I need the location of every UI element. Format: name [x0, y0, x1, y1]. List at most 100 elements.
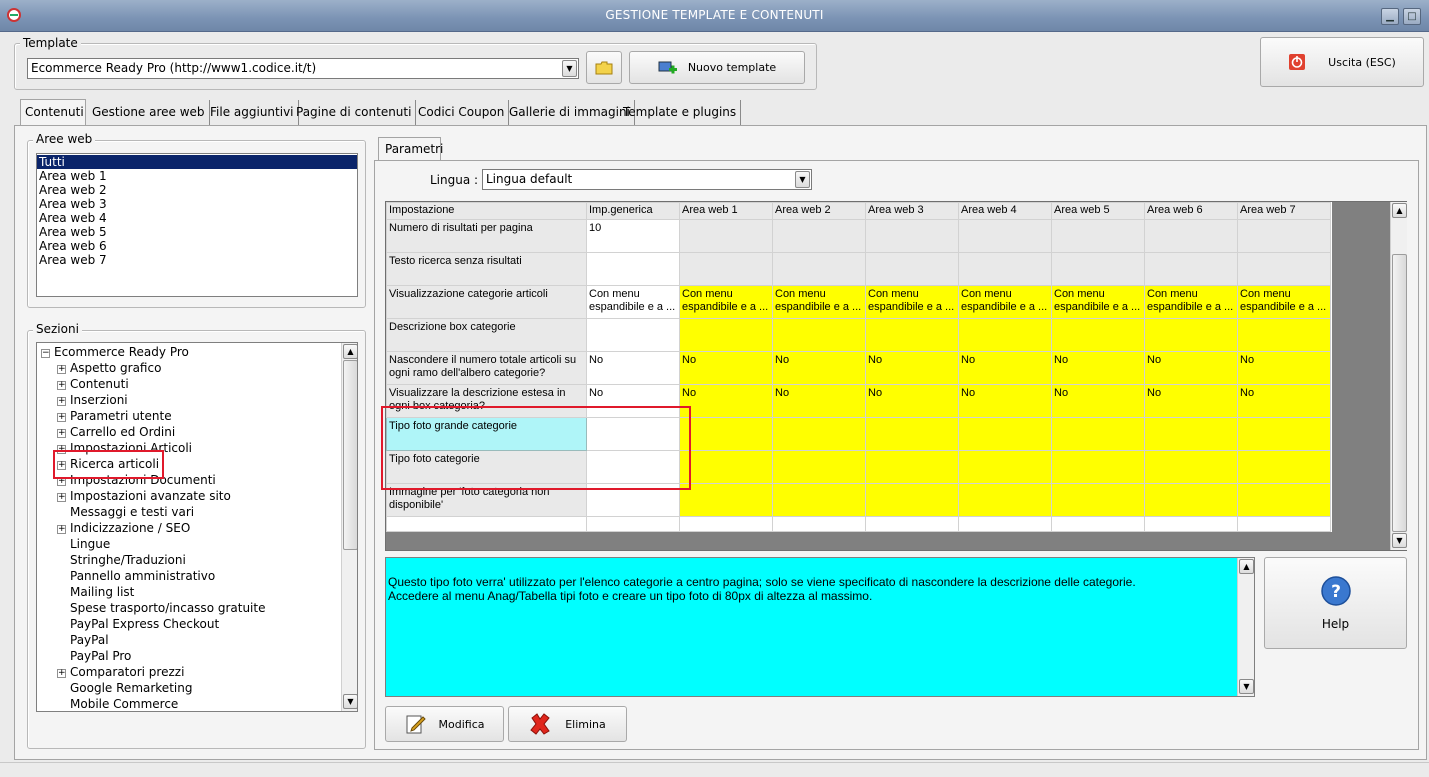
tree-item[interactable]: Pannello amministrativo [37, 568, 340, 584]
column-header[interactable]: Area web 2 [772, 202, 866, 220]
chevron-down-icon[interactable]: ▼ [562, 60, 577, 77]
open-folder-button[interactable] [586, 51, 622, 84]
tree-item[interactable]: Spese trasporto/incasso gratuite [37, 600, 340, 616]
tree-item[interactable]: + Indicizzazione / SEO [37, 520, 340, 536]
setting-label[interactable] [386, 516, 587, 532]
table-row[interactable]: Visualizzazione categorie articoli Con me… [386, 285, 1331, 319]
tab-pagine-contenuti[interactable]: Pagine di contenuti [292, 100, 417, 125]
tree-item[interactable]: Stringhe/Traduzioni [37, 552, 340, 568]
modifica-button[interactable]: Modifica [385, 706, 504, 742]
setting-label[interactable]: Nascondere il numero totale articoli su … [386, 351, 587, 385]
area-value-cell[interactable] [679, 450, 773, 484]
area-value-cell[interactable] [865, 417, 959, 451]
sezioni-tree[interactable]: − Ecommerce Ready Pro + Aspetto grafico + Co… [36, 342, 358, 712]
list-item[interactable]: Area web 5 [37, 225, 357, 239]
area-value-cell[interactable]: No [1237, 351, 1331, 385]
area-value-cell[interactable] [772, 252, 866, 286]
column-header[interactable]: Area web 6 [1144, 202, 1238, 220]
tree-item[interactable]: PayPal [37, 632, 340, 648]
area-value-cell[interactable] [772, 483, 866, 517]
area-value-cell[interactable] [1144, 417, 1238, 451]
generic-value-cell[interactable] [586, 318, 680, 352]
area-value-cell[interactable]: No [958, 384, 1052, 418]
column-header[interactable]: Area web 1 [679, 202, 773, 220]
tree-item[interactable]: + Aspetto grafico [37, 360, 340, 376]
area-value-cell[interactable] [1051, 219, 1145, 253]
expand-icon[interactable]: + [57, 413, 66, 422]
tree-item[interactable]: + Impostazioni avanzate sito [37, 488, 340, 504]
list-item[interactable]: Area web 7 [37, 253, 357, 267]
collapse-icon[interactable]: − [41, 349, 50, 358]
list-item[interactable]: Area web 2 [37, 183, 357, 197]
area-value-cell[interactable] [1144, 516, 1238, 532]
area-value-cell[interactable]: No [1144, 384, 1238, 418]
area-value-cell[interactable]: No [679, 384, 773, 418]
area-value-cell[interactable]: No [1237, 384, 1331, 418]
area-value-cell[interactable] [772, 318, 866, 352]
area-value-cell[interactable] [1237, 318, 1331, 352]
area-value-cell[interactable]: No [772, 351, 866, 385]
area-value-cell[interactable] [1237, 516, 1331, 532]
tab-contenuti[interactable]: Contenuti [20, 99, 86, 126]
tree-item[interactable]: PayPal Express Checkout [37, 616, 340, 632]
area-value-cell[interactable] [958, 483, 1052, 517]
list-item[interactable]: Area web 4 [37, 211, 357, 225]
area-value-cell[interactable] [1144, 252, 1238, 286]
area-value-cell[interactable] [865, 516, 959, 532]
lingua-select[interactable]: Lingua default ▼ [482, 169, 812, 190]
area-value-cell[interactable]: Con menu espandibile e a ... [865, 285, 959, 319]
area-value-cell[interactable] [1237, 450, 1331, 484]
area-value-cell[interactable] [772, 516, 866, 532]
expand-icon[interactable]: + [57, 493, 66, 502]
area-value-cell[interactable]: Con menu espandibile e a ... [1051, 285, 1145, 319]
area-value-cell[interactable] [679, 483, 773, 517]
maximize-button[interactable]: □ [1403, 8, 1421, 25]
area-value-cell[interactable] [1237, 483, 1331, 517]
setting-label[interactable]: Numero di risultati per pagina [386, 219, 587, 253]
list-item[interactable]: Area web 1 [37, 169, 357, 183]
tree-item[interactable]: + Parametri utente [37, 408, 340, 424]
area-value-cell[interactable] [958, 450, 1052, 484]
column-header[interactable]: Area web 3 [865, 202, 959, 220]
area-value-cell[interactable] [772, 450, 866, 484]
tree-item[interactable]: Messaggi e testi vari [37, 504, 340, 520]
area-value-cell[interactable] [1051, 450, 1145, 484]
column-header[interactable]: Impostazione [386, 202, 587, 220]
table-row[interactable]: Nascondere il numero totale articoli su … [386, 351, 1331, 385]
minimize-button[interactable]: ▁ [1381, 8, 1399, 25]
area-value-cell[interactable]: No [865, 384, 959, 418]
area-value-cell[interactable] [772, 219, 866, 253]
area-value-cell[interactable] [1144, 318, 1238, 352]
area-value-cell[interactable] [1051, 417, 1145, 451]
column-header[interactable]: Area web 7 [1237, 202, 1331, 220]
list-item[interactable]: Area web 3 [37, 197, 357, 211]
scroll-down-icon[interactable]: ▼ [1239, 679, 1254, 694]
area-value-cell[interactable] [772, 417, 866, 451]
setting-label[interactable]: Visualizzazione categorie articoli [386, 285, 587, 319]
setting-label[interactable]: Testo ricerca senza risultati [386, 252, 587, 286]
area-value-cell[interactable]: No [679, 351, 773, 385]
description-box[interactable]: Questo tipo foto verra' utilizzato per l… [385, 557, 1255, 697]
tab-file-aggiuntivi[interactable]: File aggiuntivi [206, 100, 299, 125]
area-value-cell[interactable] [1051, 483, 1145, 517]
area-value-cell[interactable] [865, 318, 959, 352]
area-value-cell[interactable] [865, 483, 959, 517]
area-value-cell[interactable] [1051, 252, 1145, 286]
tree-item[interactable]: Mobile Commerce [37, 696, 340, 711]
generic-value-cell[interactable]: Con menu espandibile e a ... [586, 285, 680, 319]
area-value-cell[interactable] [679, 219, 773, 253]
tab-gestione-aree-web[interactable]: Gestione aree web [88, 100, 210, 125]
area-value-cell[interactable]: No [958, 351, 1052, 385]
setting-label[interactable]: Descrizione box categorie [386, 318, 587, 352]
table-row[interactable]: Testo ricerca senza risultati [386, 252, 1331, 286]
expand-icon[interactable]: + [57, 669, 66, 678]
table-row[interactable]: Numero di risultati per pagina 10 [386, 219, 1331, 253]
tree-item[interactable]: Google Remarketing [37, 680, 340, 696]
area-value-cell[interactable]: Con menu espandibile e a ... [958, 285, 1052, 319]
area-value-cell[interactable]: Con menu espandibile e a ... [772, 285, 866, 319]
column-header[interactable]: Area web 5 [1051, 202, 1145, 220]
scroll-down-icon[interactable]: ▼ [1392, 533, 1407, 548]
area-value-cell[interactable]: No [772, 384, 866, 418]
scroll-up-icon[interactable]: ▲ [1239, 559, 1254, 574]
expand-icon[interactable]: + [57, 381, 66, 390]
